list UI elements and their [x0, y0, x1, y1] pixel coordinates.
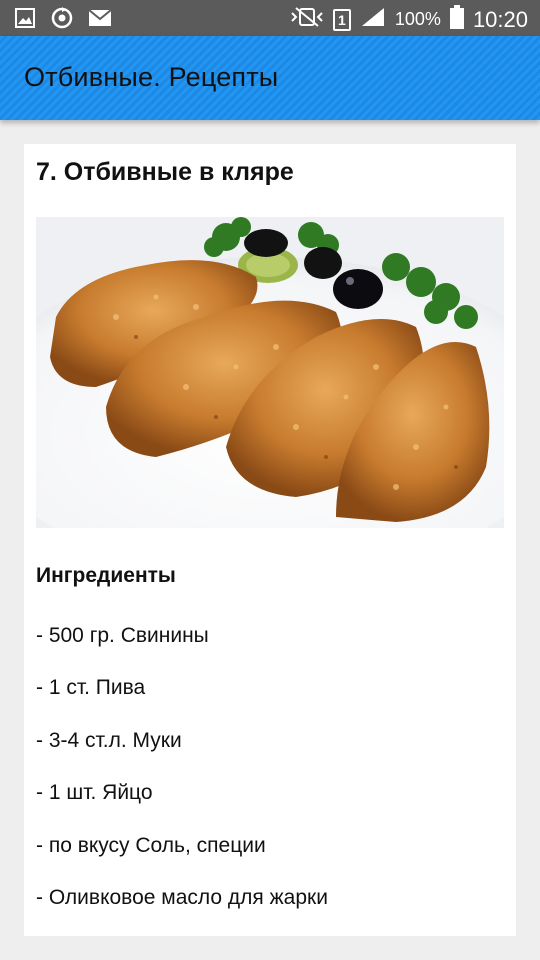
ingredient-item: - по вкусу Соль, специи — [36, 834, 266, 857]
app-bar: Отбивные. Рецепты — [0, 36, 540, 120]
sync-icon — [50, 6, 74, 35]
ingredient-item: - Оливковое масло для жарки — [36, 886, 328, 909]
gallery-icon — [14, 7, 36, 34]
recipe-title: 7. Отбивные в кляре — [36, 158, 294, 186]
ingredient-item: - 1 шт. Яйцо — [36, 781, 153, 804]
recipe-photo — [36, 217, 504, 528]
ingredient-item: - 3-4 ст.л. Муки — [36, 729, 182, 752]
mute-vibrate-icon — [290, 6, 324, 33]
ingredient-item: - 500 гр. Свинины — [36, 624, 209, 647]
sim-icon: 1 — [332, 8, 351, 31]
status-bar: 1 100% 10:20 — [0, 0, 540, 36]
recipe-card: 7. Отбивные в кляре Ингредиенты - 500 гр… — [24, 144, 516, 936]
clock: 10:20 — [472, 6, 528, 32]
signal-icon — [360, 6, 386, 33]
app-title: Отбивные. Рецепты — [24, 62, 279, 92]
ingredients-heading: Ингредиенты — [36, 564, 176, 587]
battery-percent: 100% — [394, 9, 441, 29]
ingredient-item: - 1 ст. Пива — [36, 676, 146, 699]
mail-icon — [88, 8, 112, 33]
battery-icon — [449, 5, 464, 34]
